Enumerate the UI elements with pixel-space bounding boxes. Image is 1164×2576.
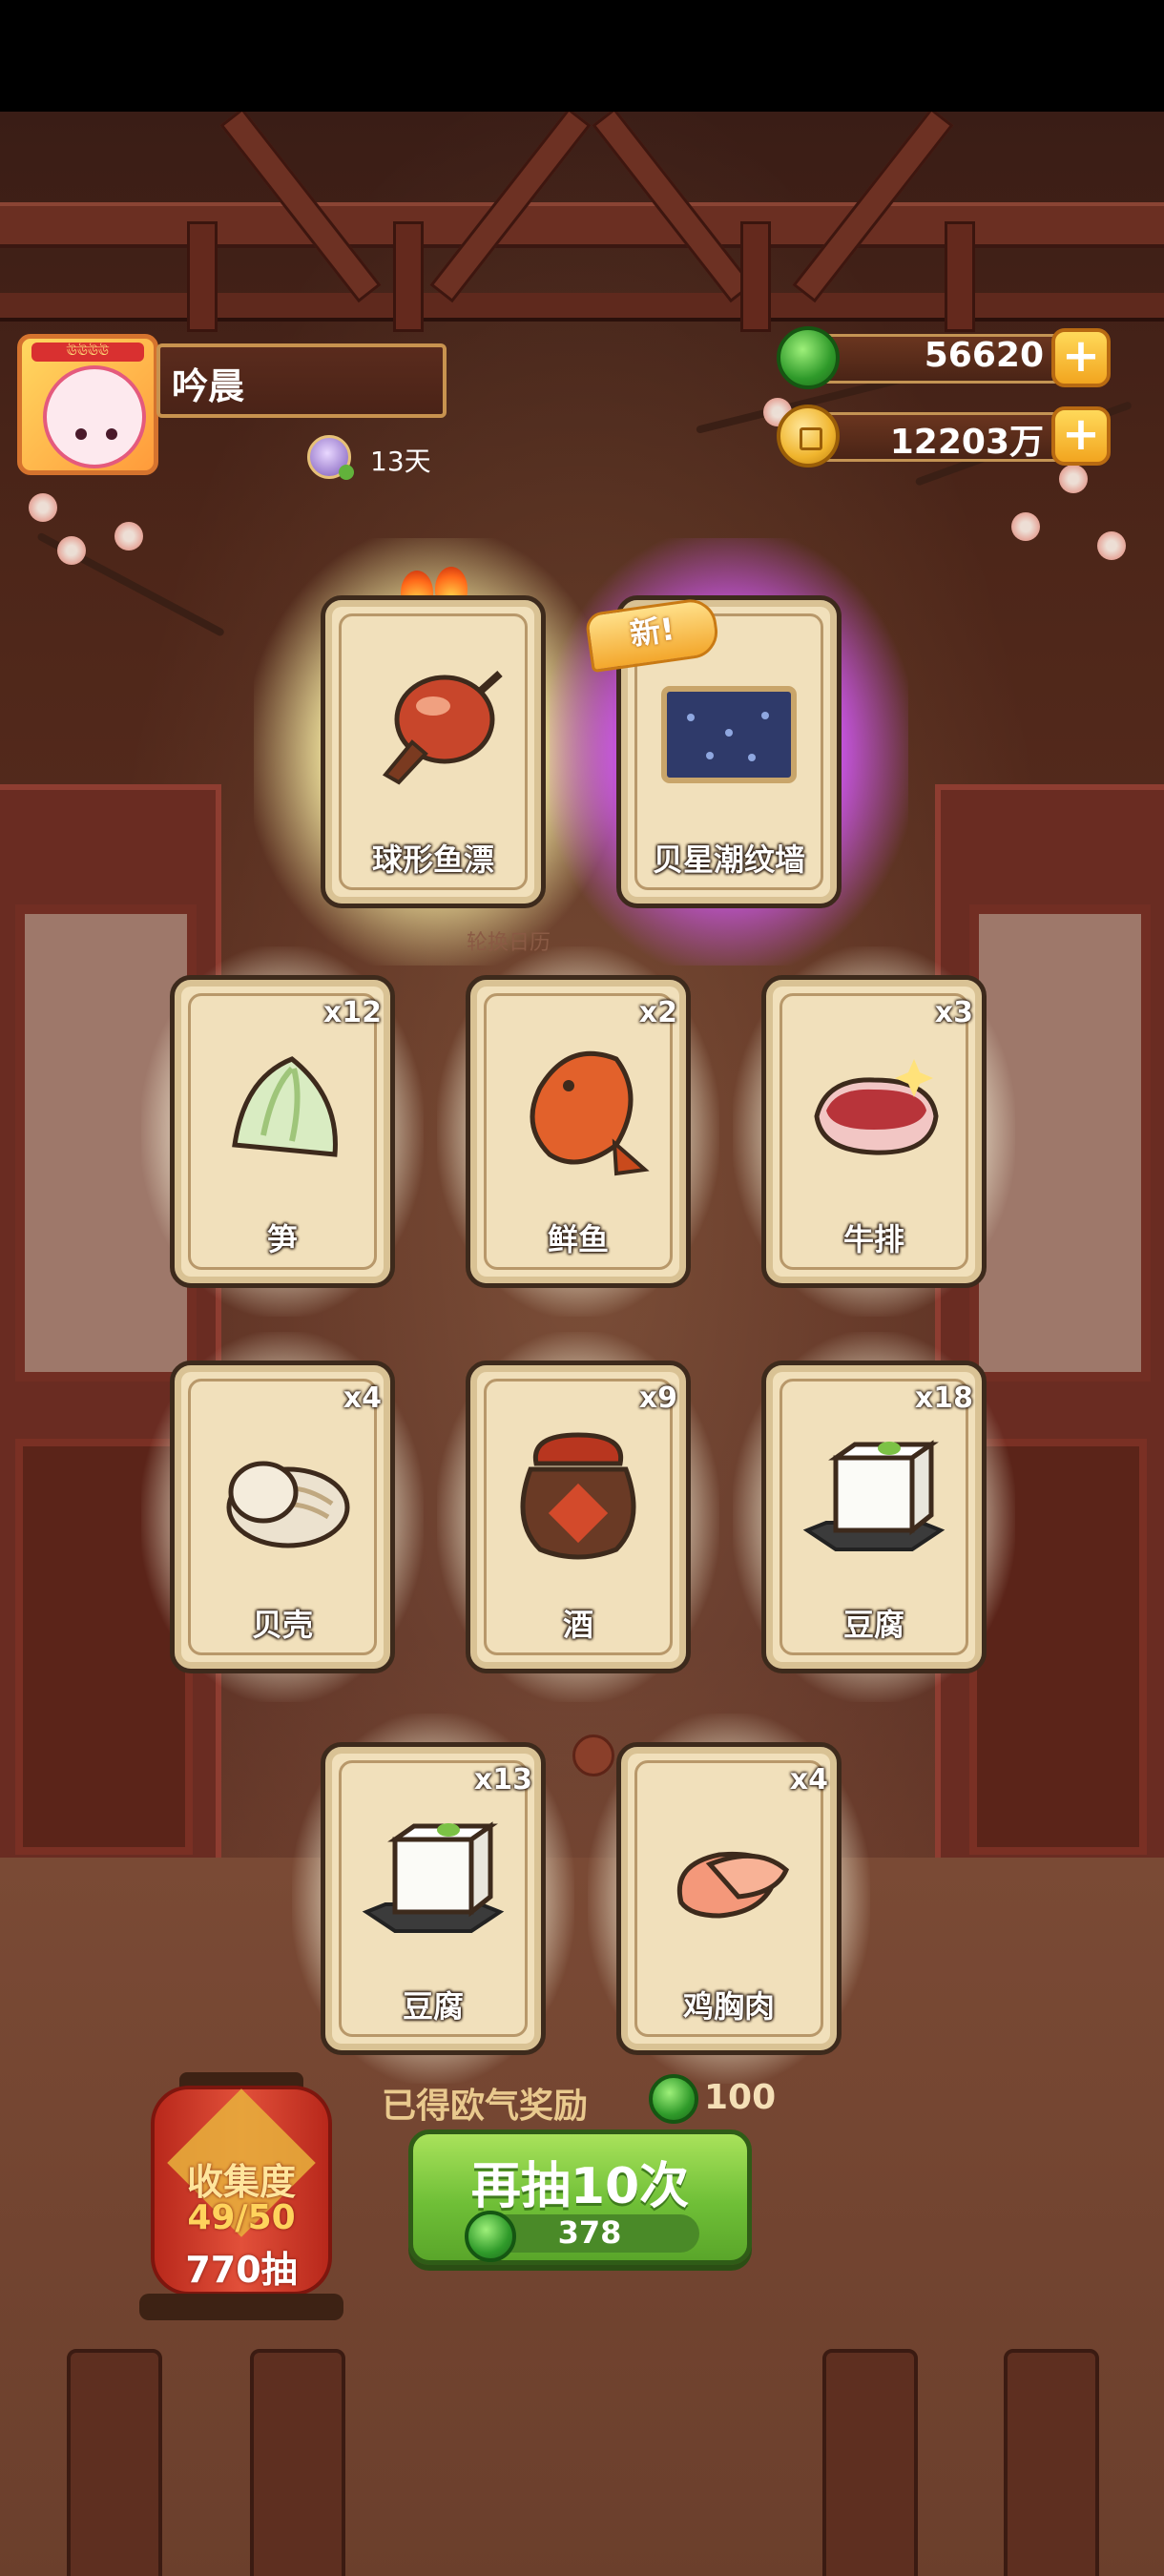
roof-post (393, 221, 424, 332)
jade-icon (649, 2074, 698, 2124)
reward-card[interactable]: x13 豆腐 (292, 1714, 574, 2084)
tofu-icon (802, 1440, 946, 1551)
reward-card[interactable]: x2 鲜鱼 (437, 946, 719, 1317)
fishing-float-icon (382, 671, 503, 785)
stool (1004, 2349, 1099, 2576)
collection-title: 收集度 (186, 2161, 296, 2203)
player-name: 吟晨 (172, 365, 245, 407)
chicken-breast-icon (676, 1851, 790, 1919)
reward-card[interactable]: x4 贝壳 (141, 1332, 424, 1702)
blossom (1097, 531, 1126, 560)
blossom (1059, 465, 1088, 493)
card-label: 贝星潮纹墙 (652, 841, 805, 878)
card-label: 豆腐 (842, 1607, 904, 1643)
tofu-icon (362, 1821, 505, 1933)
jade-amount: 56620 (924, 336, 1044, 375)
steak-icon (814, 1059, 939, 1155)
blossom (1011, 512, 1040, 541)
draw-again-label: 再抽10次 (470, 2158, 690, 2215)
jade-icon (777, 326, 840, 389)
luck-reward-amount: 100 (704, 2078, 777, 2117)
draw-again-button[interactable]: 再抽10次 378 (408, 2129, 752, 2265)
bamboo-shoot-icon (232, 1056, 338, 1157)
card-count: x3 (934, 996, 973, 1029)
card-label: 酒 (562, 1607, 593, 1643)
collection-draws: 770抽 (185, 2249, 298, 2291)
add-coin-button[interactable]: + (1051, 406, 1111, 466)
coin-amount: 12203万 (889, 423, 1044, 462)
card-count: x13 (473, 1763, 532, 1797)
card-label: 鸡胸肉 (682, 1988, 775, 2025)
avatar-frame-badge: ঊঊঊঊ (31, 343, 144, 362)
login-days: 13天 (370, 446, 431, 477)
shell-icon (226, 1461, 350, 1548)
stool (250, 2349, 345, 2576)
reward-card[interactable]: x18 豆腐 (733, 1332, 1015, 1702)
roof-post (740, 221, 771, 332)
card-count: x4 (789, 1763, 828, 1797)
coin-icon (777, 405, 840, 467)
fresh-fish-icon (530, 1050, 650, 1176)
card-label: 豆腐 (402, 1988, 464, 2025)
card-label: 鲜鱼 (547, 1221, 609, 1257)
card-count: x12 (322, 996, 382, 1029)
roof-post (945, 221, 975, 332)
coin-currency: 12203万 + (777, 405, 1111, 467)
card-label: 贝壳 (251, 1607, 313, 1643)
card-count: x18 (914, 1381, 973, 1415)
player-avatar[interactable]: ঊঊঊঊ (17, 334, 158, 475)
wine-jar-icon (520, 1432, 636, 1560)
reward-card[interactable]: x4 鸡胸肉 (588, 1714, 870, 2084)
reward-card[interactable]: x3 牛排 (733, 946, 1015, 1317)
roof-post (187, 221, 218, 332)
wall-panel-icon (661, 686, 797, 783)
card-label: 球形鱼漂 (371, 841, 494, 878)
reward-card[interactable]: x12 笋 (141, 946, 424, 1317)
stool (822, 2349, 918, 2576)
stool (67, 2349, 162, 2576)
reward-card[interactable]: x9 酒 (437, 1332, 719, 1702)
companion-icon (307, 435, 354, 480)
card-label: 牛排 (842, 1221, 904, 1257)
blossom (57, 536, 86, 565)
reward-card-featured[interactable]: 球形鱼漂 (254, 538, 613, 966)
player-name-plate: 吟晨 (156, 343, 447, 418)
card-count: x9 (638, 1381, 677, 1415)
luck-reward-text: 已得欧气奖励 (382, 2087, 589, 2126)
card-count: x2 (638, 996, 677, 1029)
compass-ornament (572, 1735, 614, 1776)
add-jade-button[interactable]: + (1051, 328, 1111, 387)
blossom (114, 522, 143, 551)
jade-currency: 56620 + (777, 326, 1111, 389)
draw-cost: 378 (557, 2214, 622, 2251)
collection-progress: 49/50 (187, 2198, 296, 2237)
reward-card-new[interactable]: 新! 贝星潮纹墙 (550, 538, 908, 966)
roof-beam (0, 202, 1164, 248)
card-label: 笋 (266, 1221, 298, 1257)
collection-lantern[interactable]: 收集度 49/50 770抽 (139, 2072, 343, 2320)
card-count: x4 (343, 1381, 382, 1415)
roof-beam (0, 293, 1164, 322)
blossom (29, 493, 57, 522)
